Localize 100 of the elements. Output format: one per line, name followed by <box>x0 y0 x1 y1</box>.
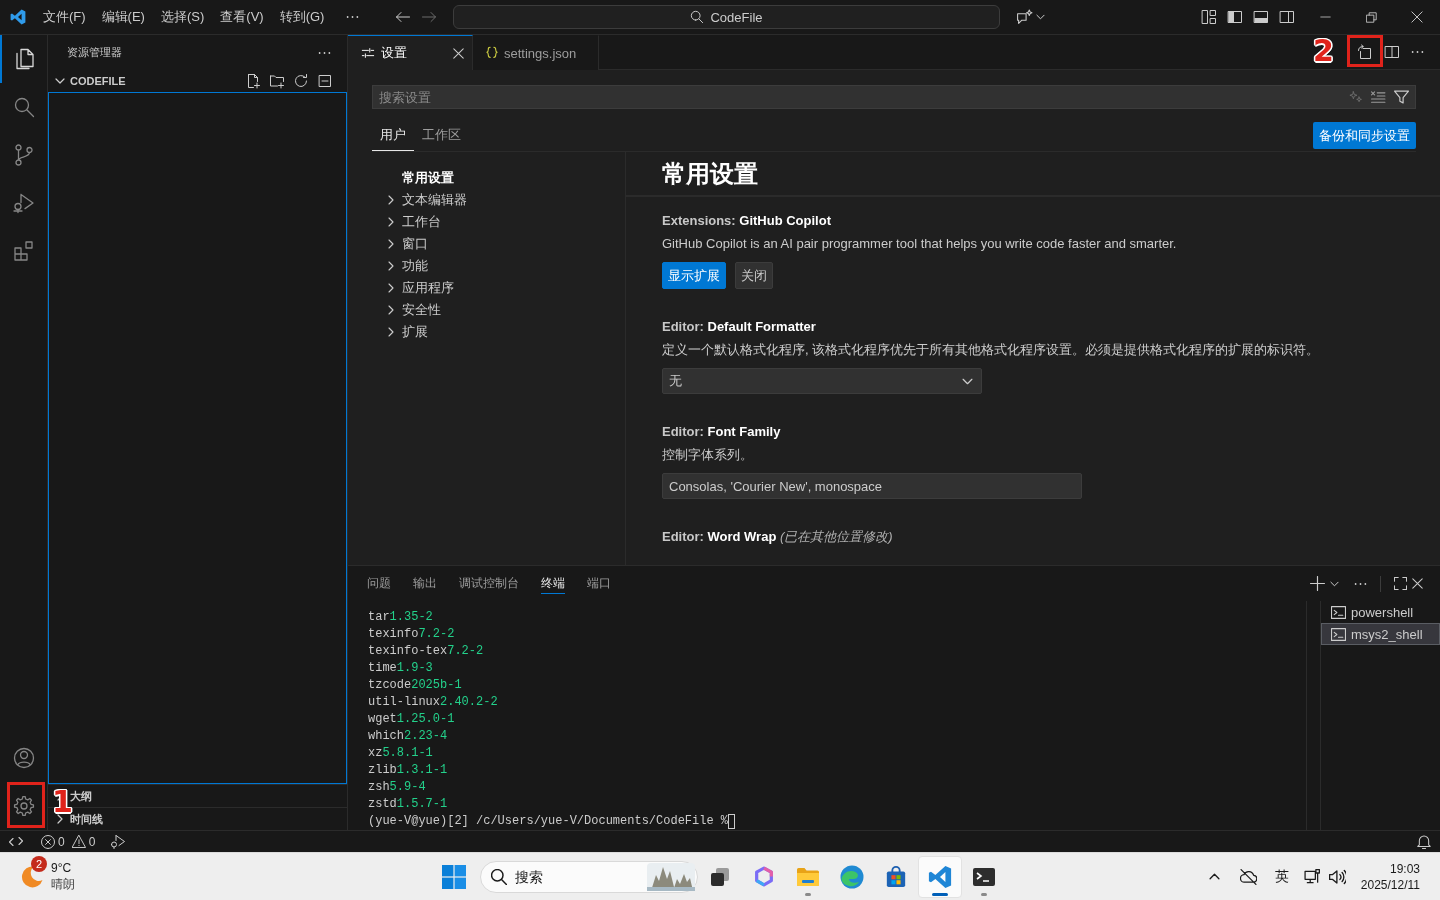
braces-icon <box>486 46 498 60</box>
package-version: 7.2-2 <box>447 643 484 660</box>
menu-item[interactable]: 文件(F) <box>35 5 94 29</box>
package-name: texinfo <box>368 626 419 643</box>
new-file-icon[interactable] <box>245 73 261 89</box>
more-icon[interactable] <box>346 15 360 19</box>
menu-item[interactable]: 选择(S) <box>152 5 213 29</box>
setting-action-button[interactable]: 显示扩展 <box>662 262 726 289</box>
bell-icon[interactable] <box>1417 834 1431 849</box>
setting-description: GitHub Copilot is an AI pair programmer tool that helps you write code faster and smarter. <box>662 235 1178 253</box>
terminal-list-item[interactable]: msys2_shell <box>1321 623 1440 645</box>
menu-item[interactable]: 查看(V) <box>212 5 272 29</box>
panel-bottom-icon[interactable] <box>1253 9 1269 25</box>
menu-item[interactable]: 转到(G) <box>271 5 333 29</box>
sidebar-right-icon[interactable] <box>1279 9 1295 25</box>
plus-icon[interactable] <box>1310 576 1325 591</box>
split-editor-icon[interactable] <box>1384 44 1400 60</box>
more-icon[interactable] <box>1354 581 1367 586</box>
settings-category[interactable]: 安全性 <box>372 299 441 321</box>
caret-down-icon <box>1036 14 1045 20</box>
play-bug-icon[interactable] <box>111 834 126 849</box>
package-name: wget <box>368 711 397 728</box>
backup-sync-button[interactable]: 备份和同步设置 <box>1313 122 1416 149</box>
remote-icon[interactable] <box>9 836 23 847</box>
caret-down-icon[interactable] <box>1330 580 1339 587</box>
panel-tab[interactable]: 问题 <box>367 573 391 594</box>
section-header[interactable]: CODEFILE <box>48 70 126 92</box>
filter-icon[interactable] <box>1394 90 1409 104</box>
package-version: 5.9-4 <box>389 779 426 796</box>
account-icon <box>11 746 36 770</box>
panel-tab[interactable]: 调试控制台 <box>459 573 519 594</box>
settings-category[interactable]: 文本编辑器 <box>372 189 467 211</box>
maximize-icon[interactable] <box>1394 577 1407 590</box>
editor-tab[interactable]: settings.json <box>473 35 600 70</box>
package-name: util-linux <box>368 694 440 711</box>
highlight-frame <box>1347 35 1383 67</box>
package-name: zlib <box>368 762 397 779</box>
package-name: tar <box>368 609 390 626</box>
setting-title: Extensions: GitHub Copilot <box>662 212 832 230</box>
taskbar-app[interactable] <box>918 855 962 898</box>
package-version: 2.40.2-2 <box>440 694 498 711</box>
setting-action-button[interactable]: 关闭 <box>735 262 773 289</box>
scope-tab[interactable]: 用户 <box>372 120 414 151</box>
refresh-icon[interactable] <box>293 73 309 89</box>
settings-category[interactable]: 应用程序 <box>372 277 454 299</box>
settings-category[interactable]: 工作台 <box>372 211 441 233</box>
settings-heading: 常用设置 <box>662 158 758 189</box>
settings-category[interactable]: 窗口 <box>372 233 428 255</box>
input-language[interactable]: 英 <box>1274 867 1289 886</box>
chevron-down-icon <box>962 377 973 385</box>
terminal-list-item[interactable]: powershell <box>1321 601 1440 623</box>
package-version: 7.2-2 <box>418 626 455 643</box>
settings-category[interactable]: 功能 <box>372 255 428 277</box>
callout-number: 2 <box>1313 35 1334 67</box>
package-version: 5.8.1-1 <box>382 745 433 762</box>
back-arrow-icon[interactable] <box>395 9 411 25</box>
panel-tab[interactable]: 输出 <box>413 573 437 594</box>
setting-description: 控制字体系列。 <box>662 446 754 464</box>
highlight-frame <box>7 782 45 828</box>
cloud-off-icon[interactable] <box>1239 868 1257 885</box>
new-folder-icon[interactable] <box>269 73 285 89</box>
editor-tab[interactable]: 设置 <box>348 35 473 70</box>
package-name: texinfo-tex <box>368 643 448 660</box>
more-icon[interactable] <box>1411 50 1424 54</box>
terminal-prompt: (yue-V@yue)[2] /c/Users/yue-V/Documents/CodeFile % <box>368 813 729 830</box>
panel-tab[interactable]: 终端 <box>541 573 565 594</box>
ribbon-logo-icon <box>10 9 26 25</box>
terminal-icon <box>1331 605 1346 619</box>
collapse-all-icon[interactable] <box>317 73 333 89</box>
chevron-up-icon[interactable] <box>1208 873 1220 880</box>
close-icon[interactable] <box>453 47 464 59</box>
close-icon[interactable] <box>1411 11 1423 23</box>
package-name: zsh <box>368 779 390 796</box>
text-field[interactable]: Consolas, 'Courier New', monospace <box>662 473 1082 499</box>
package-name: xz <box>368 745 383 762</box>
search-input[interactable]: 搜索 <box>515 865 639 888</box>
close-icon[interactable] <box>1412 578 1423 589</box>
settings-category[interactable]: 常用设置 <box>372 167 454 189</box>
settings-icon <box>11 794 36 818</box>
speaker-icon[interactable] <box>1328 868 1346 885</box>
dropdown[interactable]: 无 <box>662 368 982 394</box>
restore-icon[interactable] <box>1365 11 1377 23</box>
command-center[interactable]: CodeFile <box>453 5 1000 29</box>
search-field[interactable]: 搜索设置 <box>372 85 1416 109</box>
settings-category[interactable]: 扩展 <box>372 321 428 343</box>
setting-description: 定义一个默认格式化程序, 该格式化程序优先于所有其他格式化程序设置。必须是提供格式化程序的扩展的标识符。 <box>662 341 1321 359</box>
scope-tab[interactable]: 工作区 <box>414 120 469 151</box>
panel-tab[interactable]: 端口 <box>587 573 611 594</box>
minimize-icon[interactable] <box>1319 16 1331 18</box>
layout-grid-icon[interactable] <box>1201 9 1217 25</box>
more-icon[interactable] <box>318 50 331 55</box>
clear-list-icon[interactable] <box>1371 90 1386 104</box>
stacked-squares-icon <box>710 866 730 887</box>
document-arrow-icon[interactable] <box>1357 44 1373 60</box>
monitor-network-icon[interactable] <box>1303 868 1321 885</box>
menu-item[interactable]: 编辑(E) <box>93 5 153 29</box>
search-input[interactable]: 搜索设置 <box>379 87 1341 107</box>
problems-indicator[interactable]: 0 0 <box>41 831 100 852</box>
sidebar-left-icon[interactable] <box>1227 9 1243 25</box>
package-version: 1.35-2 <box>389 609 433 626</box>
